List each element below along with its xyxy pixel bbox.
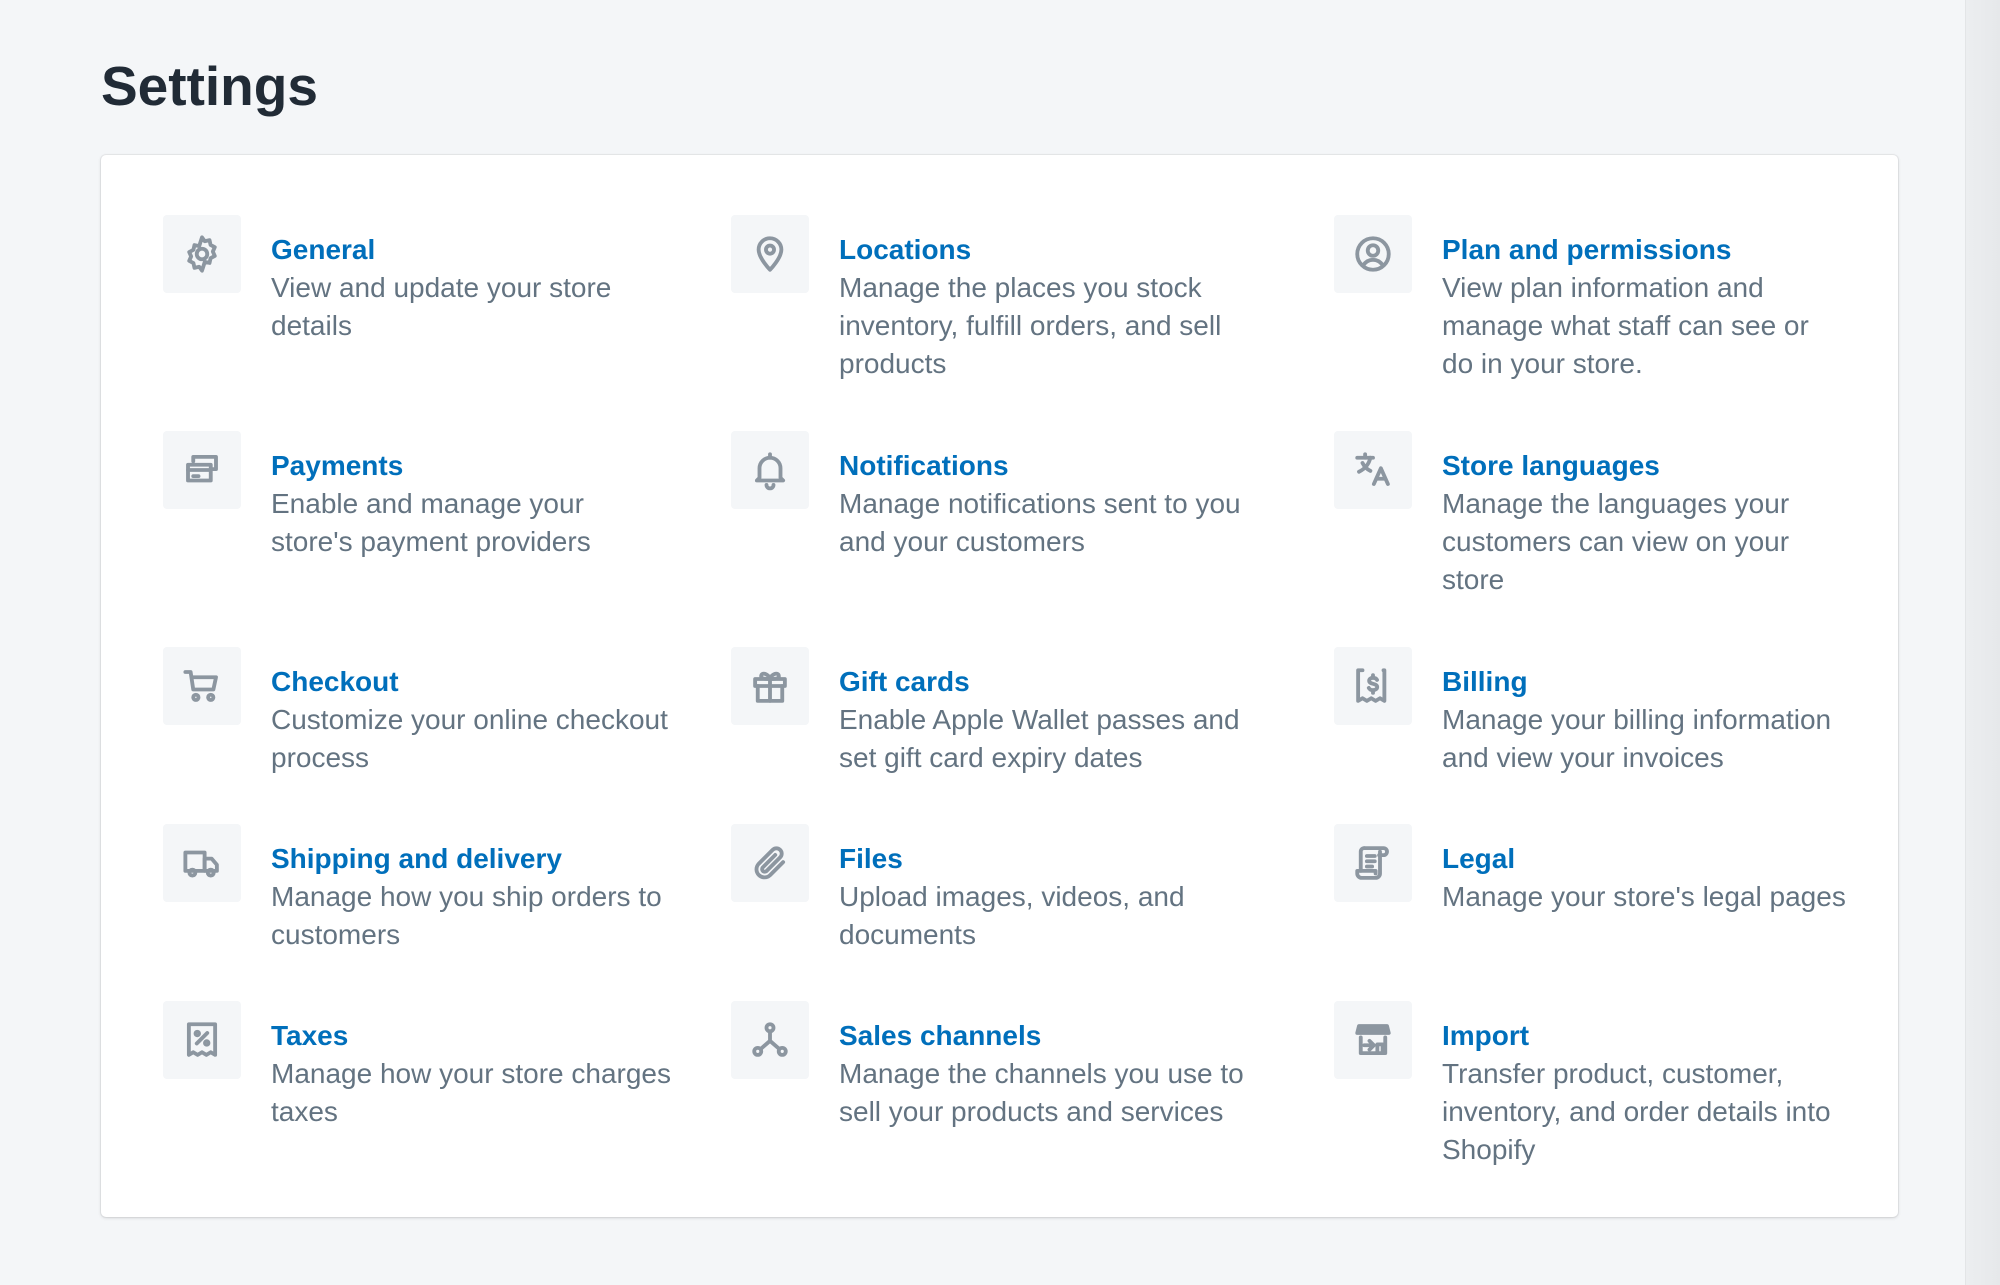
setting-description: Upload images, videos, and documents [839, 881, 1185, 950]
setting-description: Manage your billing information and view… [1442, 704, 1832, 773]
legal-document-icon [1334, 824, 1412, 902]
setting-billing[interactable]: Billing Manage your billing information … [1334, 647, 1863, 824]
setting-title[interactable]: Import [1442, 1017, 1847, 1055]
setting-text: Shipping and delivery Manage how you shi… [271, 824, 671, 954]
setting-title[interactable]: Files [839, 840, 1259, 878]
truck-icon [163, 824, 241, 902]
setting-text: Gift cards Enable Apple Wallet passes an… [839, 647, 1259, 777]
setting-description: View and update your store details [271, 272, 612, 341]
setting-description: Manage the places you stock inventory, f… [839, 272, 1222, 379]
setting-text: General View and update your store detai… [271, 215, 671, 345]
setting-description: Manage how your store charges taxes [271, 1058, 671, 1127]
setting-plan-and-permissions[interactable]: Plan and permissions View plan informati… [1334, 215, 1863, 431]
setting-shipping-and-delivery[interactable]: Shipping and delivery Manage how you shi… [163, 824, 731, 1001]
setting-title[interactable]: Checkout [271, 663, 671, 701]
setting-text: Billing Manage your billing information … [1442, 647, 1847, 777]
setting-description: Manage notifications sent to you and you… [839, 488, 1241, 557]
setting-title[interactable]: Notifications [839, 447, 1259, 485]
paperclip-icon [731, 824, 809, 902]
setting-description: Manage the languages your customers can … [1442, 488, 1790, 595]
setting-title[interactable]: Plan and permissions [1442, 231, 1847, 269]
setting-description: View plan information and manage what st… [1442, 272, 1809, 379]
setting-text: Taxes Manage how your store charges taxe… [271, 1001, 671, 1131]
setting-locations[interactable]: Locations Manage the places you stock in… [731, 215, 1334, 431]
setting-files[interactable]: Files Upload images, videos, and documen… [731, 824, 1334, 1001]
setting-description: Manage the channels you use to sell your… [839, 1058, 1244, 1127]
setting-text: Import Transfer product, customer, inven… [1442, 1001, 1847, 1169]
setting-import[interactable]: Import Transfer product, customer, inven… [1334, 1001, 1863, 1201]
setting-text: Payments Enable and manage your store's … [271, 431, 671, 561]
settings-grid: General View and update your store detai… [163, 215, 1863, 1201]
setting-text: Files Upload images, videos, and documen… [839, 824, 1259, 954]
setting-text: Legal Manage your store's legal pages [1442, 824, 1847, 916]
setting-general[interactable]: General View and update your store detai… [163, 215, 731, 431]
setting-description: Manage how you ship orders to customers [271, 881, 662, 950]
setting-title[interactable]: Shipping and delivery [271, 840, 671, 878]
setting-description: Enable and manage your store's payment p… [271, 488, 591, 557]
setting-title[interactable]: Gift cards [839, 663, 1259, 701]
setting-payments[interactable]: Payments Enable and manage your store's … [163, 431, 731, 647]
setting-text: Sales channels Manage the channels you u… [839, 1001, 1259, 1131]
setting-text: Locations Manage the places you stock in… [839, 215, 1259, 383]
setting-title[interactable]: Taxes [271, 1017, 671, 1055]
setting-taxes[interactable]: Taxes Manage how your store charges taxe… [163, 1001, 731, 1201]
setting-text: Plan and permissions View plan informati… [1442, 215, 1847, 383]
setting-title[interactable]: General [271, 231, 671, 269]
setting-store-languages[interactable]: Store languages Manage the languages you… [1334, 431, 1863, 647]
translate-icon [1334, 431, 1412, 509]
bell-icon [731, 431, 809, 509]
setting-title[interactable]: Payments [271, 447, 671, 485]
import-store-icon [1334, 1001, 1412, 1079]
setting-gift-cards[interactable]: Gift cards Enable Apple Wallet passes an… [731, 647, 1334, 824]
setting-text: Notifications Manage notifications sent … [839, 431, 1259, 561]
billing-receipt-icon [1334, 647, 1412, 725]
scrollbar-track[interactable] [1965, 0, 2000, 1285]
setting-sales-channels[interactable]: Sales channels Manage the channels you u… [731, 1001, 1334, 1201]
setting-title[interactable]: Locations [839, 231, 1259, 269]
payment-cards-icon [163, 431, 241, 509]
settings-page: Settings General View and update your st… [0, 0, 2000, 1285]
setting-description: Manage your store's legal pages [1442, 881, 1846, 912]
setting-description: Customize your online checkout process [271, 704, 668, 773]
profile-icon [1334, 215, 1412, 293]
cart-icon [163, 647, 241, 725]
setting-text: Store languages Manage the languages you… [1442, 431, 1847, 599]
tax-receipt-icon [163, 1001, 241, 1079]
setting-text: Checkout Customize your online checkout … [271, 647, 671, 777]
setting-legal[interactable]: Legal Manage your store's legal pages [1334, 824, 1863, 1001]
setting-title[interactable]: Legal [1442, 840, 1847, 878]
gear-icon [163, 215, 241, 293]
setting-title[interactable]: Store languages [1442, 447, 1847, 485]
setting-notifications[interactable]: Notifications Manage notifications sent … [731, 431, 1334, 647]
setting-description: Transfer product, customer, inventory, a… [1442, 1058, 1831, 1165]
sales-channels-icon [731, 1001, 809, 1079]
page-title: Settings [101, 55, 318, 117]
settings-card: General View and update your store detai… [101, 155, 1898, 1217]
gift-icon [731, 647, 809, 725]
setting-title[interactable]: Sales channels [839, 1017, 1259, 1055]
setting-title[interactable]: Billing [1442, 663, 1847, 701]
setting-checkout[interactable]: Checkout Customize your online checkout … [163, 647, 731, 824]
setting-description: Enable Apple Wallet passes and set gift … [839, 704, 1240, 773]
location-pin-icon [731, 215, 809, 293]
